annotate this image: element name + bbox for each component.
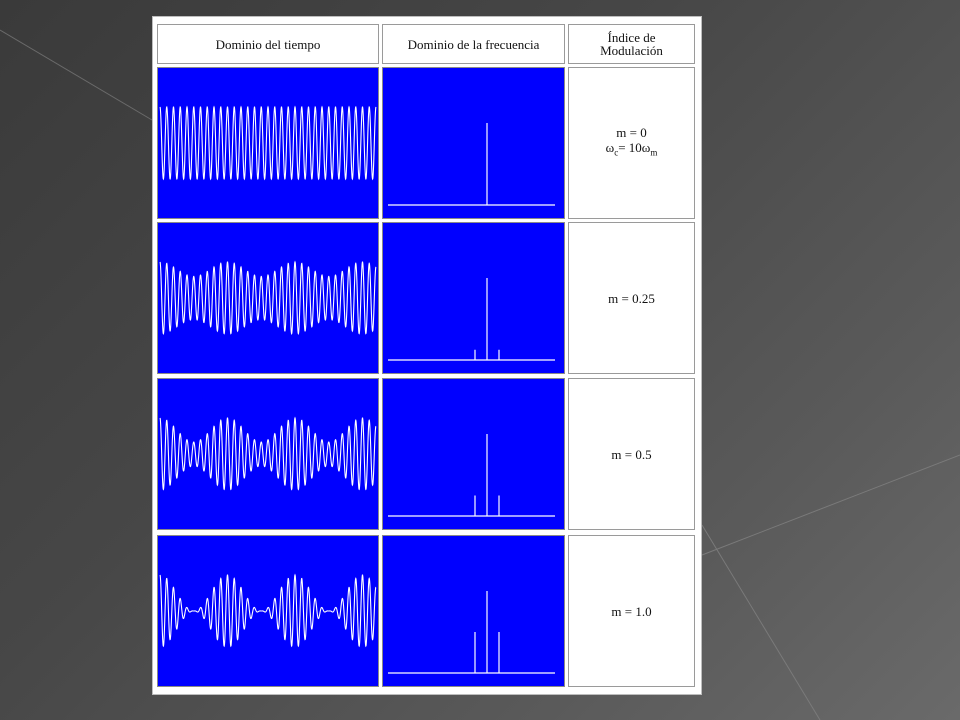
modulation-index-cell-row-2: m = 0.25: [568, 222, 695, 374]
modulation-index-label-m-1-0: m = 1.0: [611, 603, 652, 619]
header-frequency-domain: Dominio de la frecuencia: [382, 24, 565, 64]
time-domain-waveform-m-0: [159, 105, 377, 181]
time-domain-waveform-m-0-5: [159, 416, 377, 491]
header-time-domain-text: Dominio del tiempo: [215, 36, 321, 52]
header-modulation-index-line2: Modulación: [600, 43, 663, 58]
am-waveform-trace: [159, 105, 377, 181]
header-time-domain: Dominio del tiempo: [157, 24, 379, 64]
frequency-domain-panel-row-3: [382, 378, 565, 530]
am-waveform-trace: [159, 573, 377, 648]
frequency-spectrum-m-0: [388, 123, 555, 206]
modulation-index-cell-row-4: m = 1.0: [568, 535, 695, 687]
time-domain-panel-row-2: [157, 222, 379, 374]
time-domain-panel-row-1: [157, 67, 379, 219]
frequency-domain-panel-row-4: [382, 535, 565, 687]
carrier-frequency-relation: ωc= 10ωm: [605, 140, 658, 158]
header-modulation-index: Índice de Modulación: [568, 24, 695, 64]
header-frequency-domain-text: Dominio de la frecuencia: [407, 36, 540, 52]
frequency-spectrum-m-1-0: [388, 591, 555, 674]
frequency-domain-panel-row-2: [382, 222, 565, 374]
modulation-index-label-m-0: m = 0: [616, 125, 647, 141]
modulation-index-cell-row-3: m = 0.5: [568, 378, 695, 530]
frequency-spectrum-m-0-5: [388, 434, 555, 517]
time-domain-waveform-m-1-0: [159, 573, 377, 648]
am-waveform-trace: [159, 416, 377, 491]
am-modulation-figure: Dominio del tiempo Dominio de la frecuen…: [152, 16, 702, 695]
frequency-domain-panel-row-1: [382, 67, 565, 219]
modulation-index-label-m-0-5: m = 0.5: [611, 446, 652, 462]
am-waveform-trace: [159, 260, 377, 335]
slide-background: Dominio del tiempo Dominio de la frecuen…: [0, 0, 960, 720]
time-domain-waveform-m-0-25: [159, 260, 377, 335]
time-domain-panel-row-3: [157, 378, 379, 530]
modulation-index-label-m-0-25: m = 0.25: [608, 290, 655, 306]
time-domain-panel-row-4: [157, 535, 379, 687]
frequency-spectrum-m-0-25: [388, 278, 555, 361]
modulation-index-cell-row-1: m = 0 ωc= 10ωm: [568, 67, 695, 219]
